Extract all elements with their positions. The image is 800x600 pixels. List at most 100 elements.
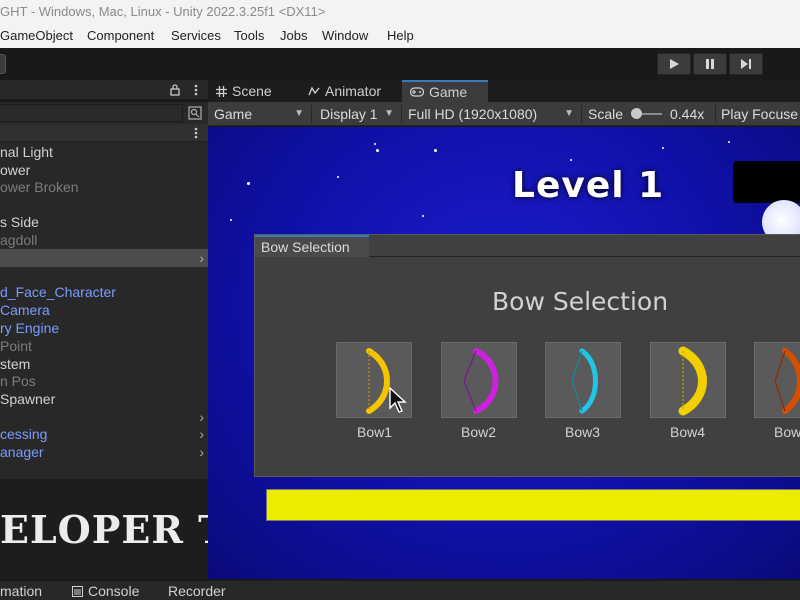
menu-component[interactable]: Component bbox=[87, 24, 154, 48]
star bbox=[337, 176, 339, 178]
hierarchy-item[interactable]: ower bbox=[0, 161, 208, 179]
star bbox=[570, 159, 572, 161]
more-options-icon[interactable] bbox=[194, 84, 198, 96]
hierarchy-item[interactable]: Point bbox=[0, 337, 208, 355]
animator-icon bbox=[308, 85, 320, 95]
bow1-label: Bow1 bbox=[357, 424, 393, 440]
step-icon bbox=[741, 59, 751, 69]
grid-icon bbox=[216, 85, 227, 97]
star bbox=[376, 149, 379, 152]
hierarchy-item[interactable]: ower Broken bbox=[0, 178, 208, 196]
chevron-right-icon[interactable]: › bbox=[199, 425, 204, 443]
hierarchy-item[interactable]: anager › bbox=[0, 443, 208, 461]
tab-game[interactable]: Game bbox=[402, 80, 488, 102]
hierarchy-item[interactable]: s Side bbox=[0, 213, 208, 231]
hierarchy-item[interactable]: agdoll bbox=[0, 231, 208, 249]
bow5-label: Bow bbox=[774, 424, 800, 440]
hierarchy-item[interactable]: cessing › bbox=[0, 425, 208, 443]
display-dropdown[interactable]: Display 1 ▼ bbox=[314, 103, 400, 125]
resolution-dropdown[interactable]: Full HD (1920x1080) ▼ bbox=[402, 103, 580, 125]
bow5-button[interactable] bbox=[754, 342, 800, 418]
chevron-right-icon[interactable]: › bbox=[199, 443, 204, 461]
menu-jobs[interactable]: Jobs bbox=[280, 24, 307, 48]
star bbox=[422, 215, 424, 217]
star bbox=[728, 141, 730, 143]
hierarchy-item-selected[interactable]: › bbox=[0, 249, 208, 267]
menu-bar: GameObject Component Services Tools Jobs… bbox=[0, 24, 800, 48]
bow4-button[interactable] bbox=[650, 342, 726, 418]
hierarchy-item[interactable]: n Pos bbox=[0, 372, 208, 390]
dropdown-arrow-icon: ▼ bbox=[294, 108, 304, 119]
tab-recorder[interactable]: Recorder bbox=[168, 581, 226, 600]
bottom-tab-bar: mation Console Recorder bbox=[0, 580, 800, 600]
yellow-bar bbox=[266, 489, 800, 521]
view-mode-dropdown[interactable]: Game ▼ bbox=[208, 103, 310, 125]
tab-divider bbox=[369, 256, 800, 257]
tab-animator[interactable]: Animator bbox=[300, 80, 402, 102]
editor-tabs: Scene Animator Game bbox=[208, 80, 800, 102]
pause-button[interactable] bbox=[693, 53, 727, 75]
play-button[interactable] bbox=[657, 53, 691, 75]
hierarchy-item[interactable]: Spawner bbox=[0, 390, 208, 408]
dropdown-arrow-icon: ▼ bbox=[564, 108, 574, 119]
window-title: GHT - Windows, Mac, Linux - Unity 2022.3… bbox=[0, 4, 326, 19]
pause-icon bbox=[706, 59, 714, 69]
bow-selection-heading: Bow Selection bbox=[492, 287, 669, 316]
star bbox=[662, 147, 664, 149]
menu-window[interactable]: Window bbox=[322, 24, 368, 48]
tab-console[interactable]: Console bbox=[88, 581, 139, 600]
window-title-bar: GHT - Windows, Mac, Linux - Unity 2022.3… bbox=[0, 0, 800, 24]
play-icon bbox=[670, 59, 679, 69]
console-icon bbox=[72, 586, 83, 597]
search-window-icon[interactable] bbox=[188, 106, 202, 120]
bow2-button[interactable] bbox=[441, 342, 517, 418]
bow4-label: Bow4 bbox=[670, 424, 706, 440]
hierarchy-item[interactable]: › bbox=[0, 408, 208, 426]
hierarchy-header bbox=[0, 80, 208, 100]
tab-scene[interactable]: Scene bbox=[208, 80, 300, 102]
tab-animation[interactable]: mation bbox=[0, 581, 42, 600]
toolbar-divider bbox=[311, 105, 312, 123]
hierarchy-scene-row[interactable] bbox=[0, 124, 208, 142]
menu-help[interactable]: Help bbox=[387, 24, 414, 48]
hierarchy-search-input[interactable] bbox=[0, 104, 183, 122]
chevron-right-icon[interactable]: › bbox=[199, 408, 204, 426]
scale-label: Scale bbox=[588, 106, 624, 122]
bow-icon bbox=[463, 348, 499, 414]
score-background bbox=[733, 161, 800, 203]
toolbar-button[interactable] bbox=[0, 54, 6, 74]
scale-slider-handle[interactable] bbox=[631, 108, 642, 119]
play-focused-dropdown[interactable]: Play Focuse bbox=[715, 103, 800, 125]
star bbox=[247, 182, 250, 185]
menu-services[interactable]: Services bbox=[171, 24, 221, 48]
play-controls bbox=[657, 53, 763, 75]
more-options-icon[interactable] bbox=[194, 127, 198, 139]
menu-tools[interactable]: Tools bbox=[234, 24, 264, 48]
hierarchy-list: nal Light ower ower Broken s Side agdoll… bbox=[0, 142, 208, 479]
star bbox=[374, 143, 376, 145]
hierarchy-item[interactable]: Camera bbox=[0, 301, 208, 319]
star bbox=[230, 219, 232, 221]
bow-icon bbox=[678, 346, 707, 416]
scale-value: 0.44x bbox=[670, 106, 705, 122]
mouse-cursor-icon bbox=[389, 387, 407, 413]
bow-selection-tab[interactable]: Bow Selection bbox=[255, 235, 369, 257]
level-title: Level 1 bbox=[512, 165, 665, 206]
star bbox=[434, 149, 437, 152]
hierarchy-search-row bbox=[0, 102, 208, 124]
game-view-toolbar: Game ▼ Display 1 ▼ Full HD (1920x1080) ▼ Sc… bbox=[208, 102, 800, 126]
chevron-right-icon[interactable]: › bbox=[199, 249, 204, 267]
hierarchy-item[interactable]: d_Face_Character bbox=[0, 283, 208, 301]
lock-icon[interactable] bbox=[170, 84, 180, 96]
bow3-label: Bow3 bbox=[565, 424, 601, 440]
menu-gameobject[interactable]: GameObject bbox=[0, 24, 73, 48]
dropdown-arrow-icon: ▼ bbox=[384, 108, 394, 119]
bow-icon bbox=[571, 348, 598, 414]
hierarchy-item[interactable]: stem bbox=[0, 355, 208, 373]
hierarchy-item[interactable]: nal Light bbox=[0, 143, 208, 161]
hierarchy-item[interactable]: ry Engine bbox=[0, 319, 208, 337]
bow2-label: Bow2 bbox=[461, 424, 497, 440]
gamepad-icon bbox=[410, 87, 424, 97]
bow3-button[interactable] bbox=[545, 342, 621, 418]
step-button[interactable] bbox=[729, 53, 763, 75]
